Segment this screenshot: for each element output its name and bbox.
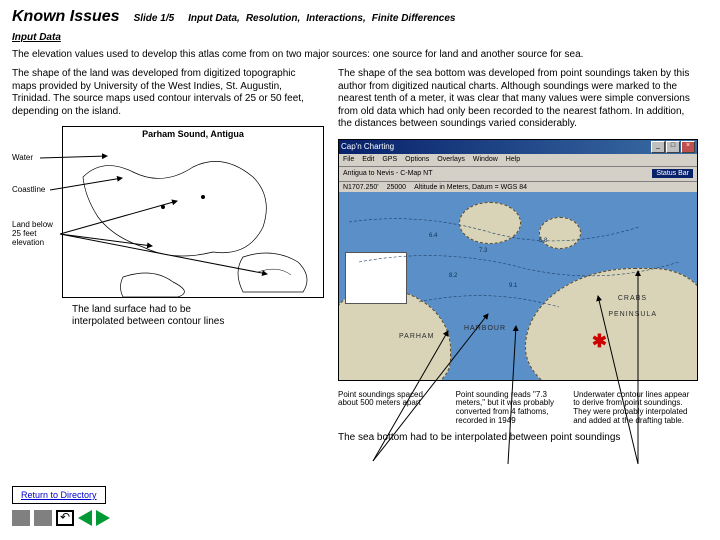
land-interpolation-note: The land surface had to be interpolated … [72,304,232,328]
slide-number: Slide 1/5 [134,13,175,24]
svg-text:9.1: 9.1 [509,283,518,289]
svg-text:6.4: 6.4 [429,233,438,239]
nav-next-icon[interactable] [96,510,110,526]
sea-interpolation-note: The sea bottom had to be interpolated be… [338,432,698,443]
topographic-map: Parham Sound, Antigua [62,126,324,298]
menu-item[interactable]: GPS [382,156,397,163]
bottom-nav: Return to Directory [12,486,110,526]
return-directory-button[interactable]: Return to Directory [12,486,106,504]
topic-list: Input Data, Resolution, Interactions, Fi… [188,13,455,24]
right-column: The shape of the sea bottom was develope… [338,68,698,443]
menu-item[interactable]: Window [473,156,498,163]
coords-readout: N1707.250' [343,184,379,191]
nav-prev-icon[interactable] [78,510,92,526]
label-water: Water [12,154,33,163]
nav-return-icon[interactable] [56,510,74,526]
menu-item[interactable]: Overlays [437,156,465,163]
land-description: The shape of the land was developed from… [12,68,322,118]
window-menubar[interactable]: File Edit GPS Options Overlays Window He… [339,154,697,167]
caption-sounding-conversion: Point sounding reads "7.3 meters," but i… [456,391,562,426]
menu-item[interactable]: Help [506,156,520,163]
topic-item: Finite Differences [372,13,456,24]
svg-text:5.8: 5.8 [539,238,548,244]
chart-name: Antigua to Nevis - C-Map NT [343,170,432,177]
minimize-icon[interactable]: _ [651,141,665,153]
scale-readout: 25000 [387,184,406,191]
caption-row: Point soundings spaced about 500 meters … [338,391,698,426]
left-column: The shape of the land was developed from… [12,68,322,443]
svg-text:7.3: 7.3 [479,248,488,254]
menu-item[interactable]: File [343,156,354,163]
svg-text:8.2: 8.2 [449,273,458,279]
topic-item: Interactions, [306,13,365,24]
section-heading: Input Data [12,32,708,43]
nav-placeholder-icon [12,510,30,526]
nautical-chart-window: Cap'n Charting _ □ × File Edit GPS Optio… [338,139,698,381]
nav-placeholder-icon [34,510,52,526]
label-land-below: Land below 25 feet elevation [12,221,62,247]
intro-text: The elevation values used to develop thi… [12,49,708,60]
datum-readout: Altitude in Meters, Datum = WGS 84 [414,184,527,191]
caption-soundings-spacing: Point soundings spaced about 500 meters … [338,391,444,426]
caption-contour-derived: Underwater contour lines appear to deriv… [573,391,698,426]
menu-item[interactable]: Edit [362,156,374,163]
window-toolbar: Antigua to Nevis - C-Map NT Status Bar [339,167,697,182]
maximize-icon[interactable]: □ [666,141,680,153]
close-icon[interactable]: × [681,141,695,153]
label-coastline: Coastline [12,186,45,195]
menu-item[interactable]: Options [405,156,429,163]
topic-item: Input Data, [188,13,240,24]
window-titlebar: Cap'n Charting _ □ × [339,140,697,154]
sea-description: The shape of the sea bottom was develope… [338,68,698,131]
nautical-chart-canvas: ✱ PARHAM HARBOUR CRABS PENINSULA 6.47.3 … [339,192,697,380]
status-bar-label: Status Bar [652,169,693,178]
topic-item: Resolution, [246,13,300,24]
page-title: Known Issues [12,8,120,26]
window-title: Cap'n Charting [341,142,394,151]
